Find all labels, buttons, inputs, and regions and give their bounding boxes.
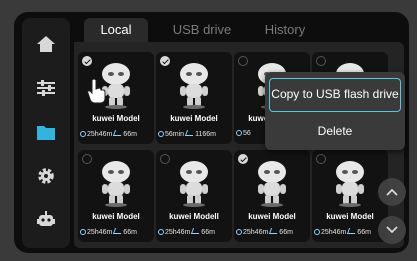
file-name: kuwei Model xyxy=(326,212,374,221)
sidebar-item-settings-adjust[interactable] xyxy=(22,68,70,108)
filament-icon xyxy=(113,228,124,234)
filament-length: 66m xyxy=(123,229,137,236)
file-name: kuwei Model xyxy=(170,114,218,123)
select-checkbox[interactable] xyxy=(82,154,92,164)
file-name: kuwei Model xyxy=(248,212,296,221)
file-name: kuwei Modell xyxy=(169,212,219,221)
select-checkbox[interactable] xyxy=(160,154,170,164)
tab-local[interactable]: Local xyxy=(84,18,148,42)
copy-to-usb-menu-item[interactable]: Copy to USB flash drive xyxy=(269,78,401,112)
file-card[interactable]: kuwei Model 25h46m 66m xyxy=(234,150,310,242)
file-card[interactable]: kuwei Model 56min 1166m xyxy=(156,52,232,144)
file-meta: 25h46m 66m xyxy=(80,228,154,236)
file-meta: 25h46m 66m xyxy=(80,130,154,138)
model-thumbnail-icon xyxy=(258,161,286,207)
model-thumbnail-icon xyxy=(180,161,208,207)
file-meta: 25h46m 66m xyxy=(314,228,388,236)
scroll-up-button[interactable] xyxy=(378,178,406,206)
select-checkbox[interactable] xyxy=(316,56,326,66)
file-meta: 25h46m 66m xyxy=(236,228,310,236)
clock-icon xyxy=(158,229,164,235)
select-checkbox[interactable] xyxy=(316,154,326,164)
filament-length: 66m xyxy=(357,229,371,236)
file-name: kuwei Model xyxy=(92,114,140,123)
file-card[interactable]: kuwei Model 25h46m 66m xyxy=(312,150,388,242)
filament-icon xyxy=(191,228,202,234)
sidebar-item-files[interactable] xyxy=(22,112,70,152)
folder-icon xyxy=(37,126,55,140)
filament-icon xyxy=(269,228,280,234)
printer-screen: Local USB drive History kuwei Model 25h46… xyxy=(14,12,409,253)
scroll-down-button[interactable] xyxy=(378,216,406,244)
clock-icon xyxy=(236,229,242,235)
clock-icon xyxy=(80,131,86,137)
clock-icon xyxy=(80,229,86,235)
filament-icon xyxy=(184,130,196,136)
model-thumbnail-icon xyxy=(180,63,208,109)
print-time: 25h46m xyxy=(87,131,113,138)
home-icon xyxy=(37,36,55,52)
print-time: 56 xyxy=(243,130,251,137)
sidebar-item-robot[interactable] xyxy=(22,200,70,240)
clock-icon xyxy=(236,130,242,136)
print-time: 25h46m xyxy=(165,229,191,236)
filament-length: 66m xyxy=(201,229,215,236)
delete-menu-item[interactable]: Delete xyxy=(265,114,405,148)
chevron-up-icon xyxy=(386,188,398,196)
clock-icon xyxy=(158,131,164,137)
file-name: kuwei Model xyxy=(92,212,140,221)
print-time: 56min xyxy=(165,131,185,138)
tab-history[interactable]: History xyxy=(250,18,320,42)
sidebar-item-system[interactable] xyxy=(22,156,70,196)
gear-icon xyxy=(38,168,54,184)
filament-icon xyxy=(113,130,124,136)
filament-length: 1166m xyxy=(195,131,216,138)
model-thumbnail-icon xyxy=(102,161,130,207)
filament-length: 66m xyxy=(279,229,293,236)
sidebar xyxy=(22,18,70,248)
select-checkbox[interactable] xyxy=(238,56,248,66)
tab-usb-drive[interactable]: USB drive xyxy=(162,18,242,42)
pointer-hand-icon xyxy=(87,78,106,104)
select-checkbox[interactable] xyxy=(238,154,248,164)
print-time: 25h46m xyxy=(243,229,269,236)
sidebar-item-home[interactable] xyxy=(22,24,70,64)
filament-length: 66m xyxy=(123,131,137,138)
file-meta: 56min 1166m xyxy=(158,130,232,138)
file-meta: 25h46m 66m xyxy=(158,228,232,236)
model-thumbnail-icon xyxy=(336,161,364,207)
file-card[interactable]: kuwei Modell 25h46m 66m xyxy=(156,150,232,242)
file-card[interactable]: kuwei Model 25h46m 66m xyxy=(78,150,154,242)
select-checkbox[interactable] xyxy=(82,56,92,66)
tab-bar: Local USB drive History xyxy=(74,18,404,42)
robot-icon xyxy=(37,211,55,226)
sliders-icon xyxy=(37,80,55,96)
filament-icon xyxy=(347,228,358,234)
context-menu: Copy to USB flash drive Delete xyxy=(265,72,405,150)
print-time: 25h46m xyxy=(321,229,347,236)
print-time: 25h46m xyxy=(87,229,113,236)
clock-icon xyxy=(314,229,320,235)
chevron-down-icon xyxy=(386,226,398,234)
select-checkbox[interactable] xyxy=(160,56,170,66)
